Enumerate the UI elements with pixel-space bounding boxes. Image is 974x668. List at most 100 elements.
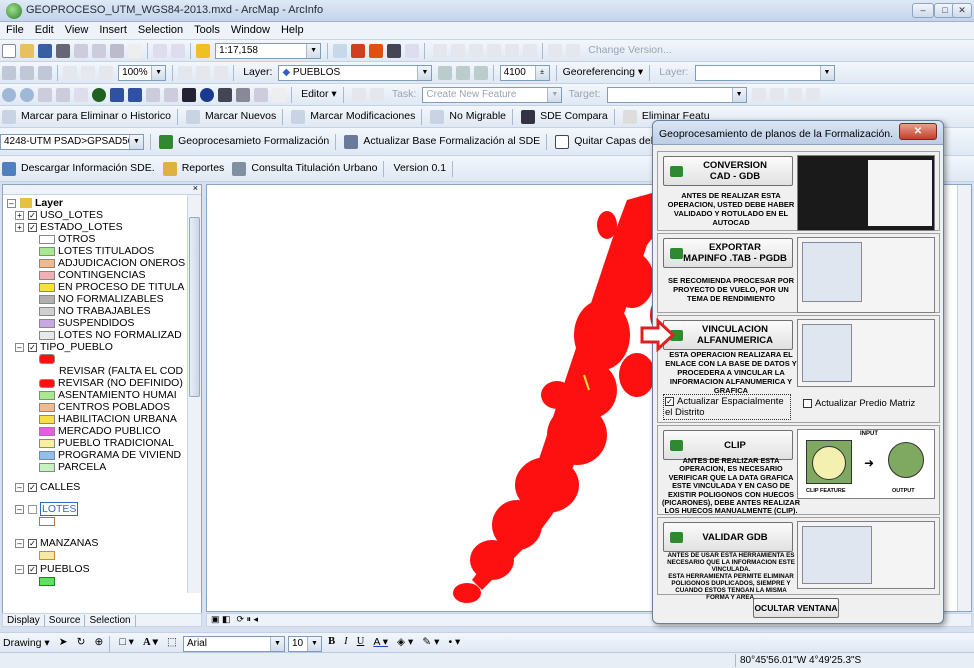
expand-icon[interactable]: – bbox=[15, 342, 24, 352]
version-tool-icon[interactable] bbox=[433, 44, 448, 58]
transparency-icon[interactable] bbox=[473, 66, 488, 80]
toc-layer-group[interactable]: – ✓ MANZANAS bbox=[15, 537, 98, 549]
toc-layer-group[interactable]: – ✓ PUEBLOS bbox=[15, 563, 90, 575]
minimize-button[interactable]: – bbox=[912, 3, 934, 18]
mark-new-button[interactable]: Marcar Nuevos bbox=[202, 110, 279, 122]
dialog-close-button[interactable]: ✕ bbox=[899, 123, 937, 140]
version-tool-icon-2[interactable] bbox=[451, 44, 466, 58]
font-size-combo[interactable]: 10 ▼ bbox=[288, 636, 322, 652]
layout-tool-icon-2[interactable] bbox=[81, 66, 95, 80]
data-view-icon[interactable]: ▣ ◧ bbox=[211, 614, 231, 624]
reports-button[interactable]: Reportes bbox=[179, 162, 228, 174]
toc-class[interactable]: EN PROCESO DE TITULA bbox=[39, 281, 184, 293]
tab-selection[interactable]: Selection bbox=[85, 615, 136, 627]
split-tool-icon[interactable] bbox=[751, 88, 766, 102]
bold-button[interactable]: B bbox=[325, 636, 338, 647]
mark-historic-button[interactable]: Marcar para Eliminar o Historico bbox=[18, 110, 174, 122]
undo-icon[interactable] bbox=[153, 44, 167, 58]
toc-vertical-scrollbar[interactable] bbox=[187, 195, 201, 593]
zoom-in-fixed-icon[interactable] bbox=[2, 66, 16, 80]
back-extent-icon[interactable] bbox=[110, 88, 124, 102]
save-icon[interactable] bbox=[38, 44, 52, 58]
toc-class[interactable]: NO TRABAJABLES bbox=[39, 305, 151, 317]
expand-icon[interactable]: – bbox=[15, 504, 24, 514]
menu-insert[interactable]: Insert bbox=[93, 22, 132, 36]
map-scale-combo[interactable]: 1:17,158 ▼ bbox=[215, 43, 322, 59]
vinculacion-alfanumerica-button[interactable]: VINCULACION ALFANUMERICA bbox=[663, 320, 793, 350]
layer-visibility-checkbox[interactable]: ✓ bbox=[28, 564, 37, 574]
toc-class[interactable]: NO FORMALIZABLES bbox=[39, 293, 164, 305]
select-elements-icon[interactable] bbox=[182, 88, 196, 102]
fixed-zoom-out-icon[interactable] bbox=[56, 88, 70, 102]
open-icon[interactable] bbox=[20, 44, 34, 58]
print-icon[interactable] bbox=[56, 44, 70, 58]
toc-layer-group[interactable]: – ✓ TIPO_PUEBLO bbox=[15, 341, 113, 353]
mark-modified-button[interactable]: Marcar Modificaciones bbox=[307, 110, 418, 122]
rotate-icon[interactable]: ↻ bbox=[74, 636, 89, 648]
toc-close-icon[interactable]: × bbox=[193, 183, 198, 193]
collapse-icon[interactable]: – bbox=[7, 198, 16, 208]
sketch-properties-icon[interactable] bbox=[805, 88, 820, 102]
tab-source[interactable]: Source bbox=[45, 615, 86, 627]
validar-gdb-button[interactable]: VALIDAR GDB bbox=[663, 522, 793, 552]
version-tool-icon-7[interactable] bbox=[548, 44, 563, 58]
zoom-in-icon[interactable] bbox=[2, 88, 16, 102]
toc-class[interactable]: CONTINGENCIAS bbox=[39, 269, 146, 281]
layer-visibility-checkbox[interactable]: ✓ bbox=[28, 342, 37, 352]
georef-layer-combo[interactable]: ▼ bbox=[694, 65, 835, 81]
drawing-menu[interactable]: Drawing ▾ bbox=[0, 637, 53, 649]
layer-visibility-checkbox[interactable] bbox=[28, 504, 37, 514]
tab-display[interactable]: Display bbox=[3, 615, 45, 627]
toc-class[interactable]: HABILITACION URBANA bbox=[39, 413, 177, 425]
italic-button[interactable]: I bbox=[341, 636, 351, 647]
toc-root-layer[interactable]: – Layer bbox=[7, 197, 63, 209]
toc-layer-selected[interactable]: – LOTES bbox=[15, 502, 79, 516]
download-sde-button[interactable]: Descargar Información SDE. bbox=[18, 162, 158, 174]
toc-class-label[interactable]: REVISAR (FALTA EL COD bbox=[59, 365, 183, 377]
edit-vertices-icon[interactable]: ⬚ bbox=[164, 636, 180, 648]
go-to-xy-icon[interactable] bbox=[236, 88, 250, 102]
text-tool-icon[interactable]: A ▾ bbox=[140, 636, 161, 648]
layer-visibility-checkbox[interactable]: ✓ bbox=[28, 538, 37, 548]
pan-icon[interactable] bbox=[38, 66, 52, 80]
toc-layer-group[interactable]: + ✓ ESTADO_LOTES bbox=[15, 221, 123, 233]
version-tool-icon-3[interactable] bbox=[469, 44, 484, 58]
layer-visibility-checkbox[interactable]: ✓ bbox=[28, 482, 37, 492]
contrast-icon[interactable] bbox=[437, 66, 452, 80]
menu-window[interactable]: Window bbox=[225, 22, 275, 36]
version-tool-icon-6[interactable] bbox=[523, 44, 538, 58]
layout-tool-icon-3[interactable] bbox=[99, 66, 113, 80]
delete-icon[interactable] bbox=[128, 44, 142, 58]
toc-class[interactable]: OTROS bbox=[39, 233, 95, 245]
brightness-icon[interactable] bbox=[455, 66, 470, 80]
paste-icon[interactable] bbox=[110, 44, 124, 58]
toc-class[interactable]: LOTES TITULADOS bbox=[39, 245, 154, 257]
expand-icon[interactable]: + bbox=[15, 222, 24, 232]
identify-icon[interactable] bbox=[200, 88, 214, 102]
georeferencing-menu[interactable]: Georeferencing ▾ bbox=[560, 66, 647, 78]
toc-layer-group[interactable]: – ✓ CALLES bbox=[15, 481, 80, 493]
toc-class[interactable]: PUEBLO TRADICIONAL bbox=[39, 437, 174, 449]
line-color-button[interactable]: ✎ ▾ bbox=[419, 636, 442, 648]
expand-icon[interactable]: – bbox=[15, 482, 24, 492]
help-icon[interactable] bbox=[405, 44, 420, 58]
actualizar-distrito-check[interactable]: ✓ bbox=[665, 396, 674, 406]
toc-scroll-thumb[interactable] bbox=[189, 217, 200, 397]
map-vertical-scrollbar[interactable] bbox=[957, 185, 971, 611]
toc-class[interactable]: ADJUDICACION ONEROS bbox=[39, 257, 185, 269]
layer-visibility-checkbox[interactable]: ✓ bbox=[28, 210, 37, 220]
menu-file[interactable]: File bbox=[0, 22, 29, 36]
rectangle-icon[interactable]: □ ▾ bbox=[116, 636, 137, 648]
menu-edit[interactable]: Edit bbox=[29, 22, 59, 36]
rotate-tool-icon[interactable] bbox=[769, 88, 784, 102]
font-combo[interactable]: Arial ▼ bbox=[182, 636, 285, 652]
measure-icon[interactable] bbox=[254, 88, 268, 102]
layout-tool-icon-6[interactable] bbox=[214, 66, 229, 80]
version-tool-icon-4[interactable] bbox=[487, 44, 502, 58]
find-icon[interactable] bbox=[218, 88, 232, 102]
layer-visibility-checkbox[interactable]: ✓ bbox=[28, 222, 37, 232]
editor-menu[interactable]: Editor ▾ bbox=[298, 88, 340, 100]
geoprocess-button[interactable]: Geoprocesamieto Formalización bbox=[175, 135, 332, 147]
zoom-percent-combo[interactable]: 100% ▼ bbox=[118, 65, 167, 81]
clear-selection-icon[interactable] bbox=[164, 88, 178, 102]
